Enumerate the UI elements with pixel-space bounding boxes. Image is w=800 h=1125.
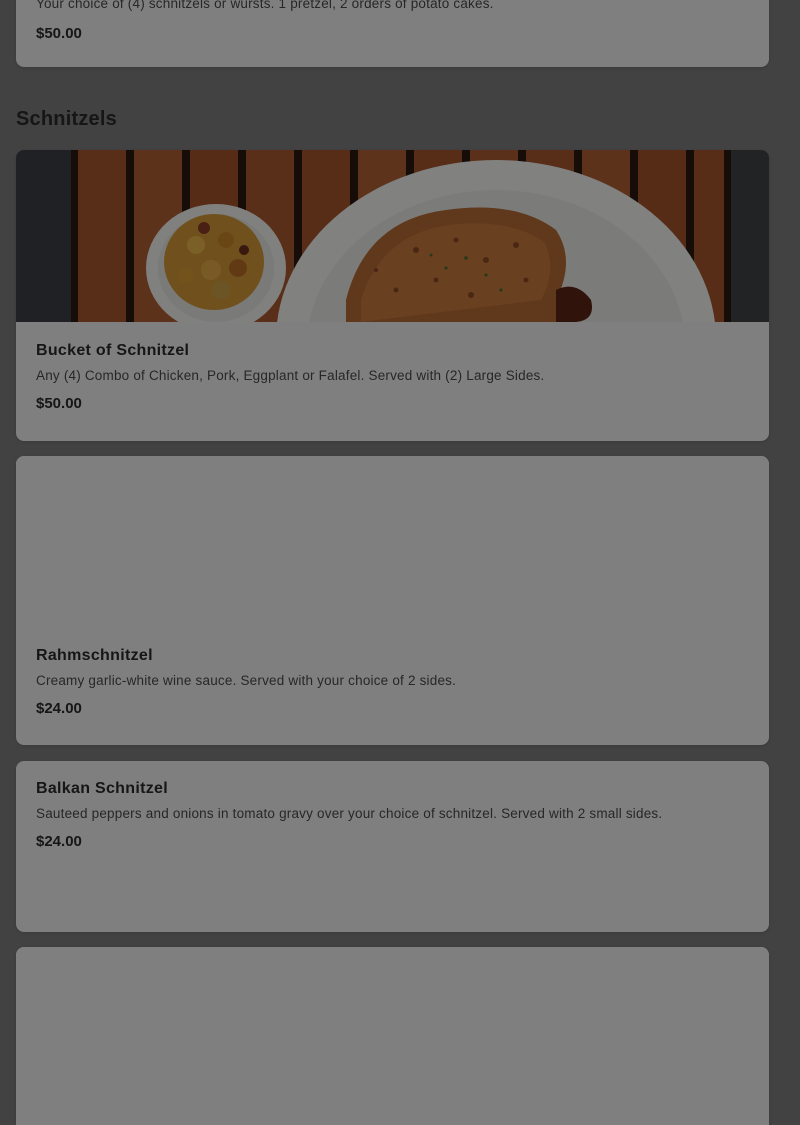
item-description: Sauteed peppers and onions in tomato gra… — [36, 806, 663, 821]
item-description: Creamy garlic-white wine sauce. Served w… — [36, 673, 457, 688]
section-title: Schnitzels — [16, 108, 117, 130]
item-description: Your choice of (4) schnitzels or wursts.… — [36, 0, 494, 11]
menu-item-card-previous[interactable]: Your choice of (4) schnitzels or wursts.… — [16, 0, 769, 67]
item-price: $24.00 — [36, 700, 82, 717]
item-image-placeholder — [16, 947, 769, 1125]
item-price: $24.00 — [36, 833, 82, 850]
item-name: Balkan Schnitzel — [36, 780, 168, 797]
menu-item-card[interactable]: Balkan Schnitzel Sauteed peppers and oni… — [16, 761, 769, 932]
item-description: Any (4) Combo of Chicken, Pork, Eggplant… — [36, 368, 545, 383]
item-name: Bucket of Schnitzel — [36, 342, 190, 359]
item-name: Rahmschnitzel — [36, 647, 153, 664]
item-price: $50.00 — [36, 25, 82, 42]
food-photo — [16, 150, 769, 322]
menu-item-card[interactable]: Rahmschnitzel Creamy garlic-white wine s… — [16, 456, 769, 745]
menu-item-card-next[interactable] — [16, 947, 769, 1125]
menu-item-card[interactable]: Bucket of Schnitzel Any (4) Combo of Chi… — [16, 150, 769, 441]
item-image-placeholder — [16, 456, 769, 628]
item-price: $50.00 — [36, 395, 82, 412]
